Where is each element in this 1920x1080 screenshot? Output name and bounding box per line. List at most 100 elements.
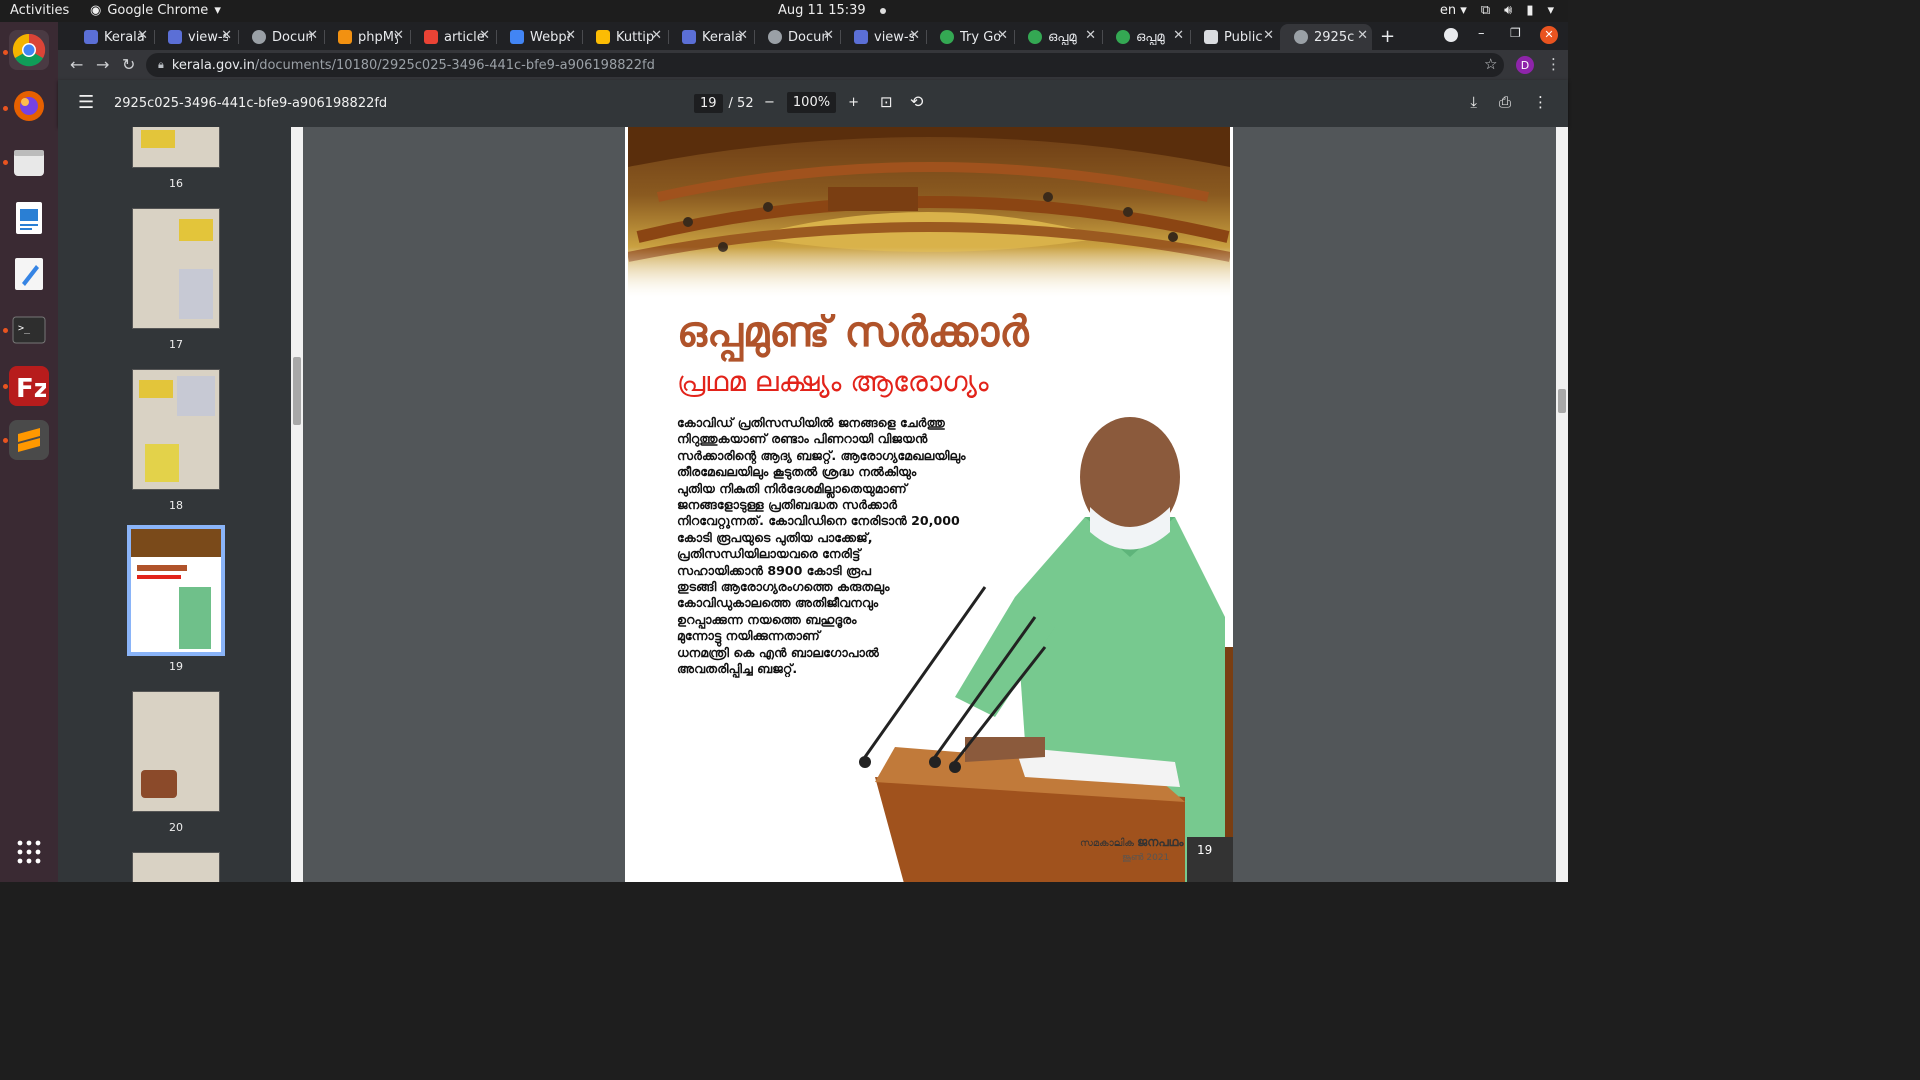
zoom-out-icon[interactable]: − bbox=[764, 95, 775, 110]
more-options-icon[interactable]: ⋮ bbox=[1533, 93, 1548, 111]
bookmark-star-icon[interactable]: ☆ bbox=[1484, 55, 1497, 73]
reload-icon[interactable]: ↻ bbox=[122, 55, 135, 74]
thumbnail-page-number: 16 bbox=[169, 177, 183, 190]
app-menu[interactable]: ◉ Google Chrome ▾ bbox=[90, 3, 221, 18]
page-thumbnail[interactable] bbox=[132, 369, 220, 490]
tab[interactable]: Docum ✕ bbox=[238, 24, 322, 50]
rotate-icon[interactable]: ⟲ bbox=[910, 92, 923, 111]
tab[interactable]: view-s ✕ bbox=[154, 24, 236, 50]
article-body: കോവിഡ് പ്രതിസന്ധിയിൽ ജനങ്ങളെ ചേർത്തു നിറ… bbox=[677, 415, 1007, 678]
tab-search-icon[interactable] bbox=[1444, 28, 1458, 42]
sidebar-scrollbar[interactable] bbox=[291, 127, 303, 882]
dock-text-editor[interactable] bbox=[9, 254, 49, 294]
running-indicator bbox=[3, 160, 8, 165]
tab[interactable]: Try Go ✕ bbox=[926, 24, 1012, 50]
page-thumbnail[interactable] bbox=[132, 208, 220, 329]
close-tab-icon[interactable]: ✕ bbox=[1085, 28, 1096, 43]
thumbnail-highlight-block bbox=[179, 219, 213, 241]
sidebar-scroll-thumb[interactable] bbox=[293, 357, 301, 425]
thumbnail-callout-box bbox=[141, 770, 177, 798]
tab[interactable]: view-s ✕ bbox=[840, 24, 924, 50]
tab[interactable]: article ✕ bbox=[410, 24, 494, 50]
main-scrollbar[interactable] bbox=[1556, 127, 1568, 882]
close-tab-icon[interactable]: ✕ bbox=[393, 28, 404, 43]
close-tab-icon[interactable]: ✕ bbox=[137, 28, 148, 43]
close-tab-icon[interactable]: ✕ bbox=[221, 28, 232, 43]
dock-writer[interactable] bbox=[9, 198, 49, 238]
page-thumbnail[interactable] bbox=[132, 127, 220, 168]
tab-title: article bbox=[444, 29, 484, 45]
page-number-input[interactable]: 19 bbox=[694, 94, 723, 113]
dock-firefox[interactable] bbox=[9, 86, 49, 126]
tab[interactable]: ഒപ്പമു ✕ bbox=[1014, 24, 1100, 50]
close-tab-icon[interactable]: ✕ bbox=[1357, 28, 1368, 43]
page-thumbnail[interactable] bbox=[132, 852, 220, 882]
chrome-menu-icon[interactable]: ⋮ bbox=[1546, 55, 1561, 73]
restore-icon[interactable]: ❐ bbox=[1510, 26, 1521, 40]
close-window-icon[interactable]: ✕ bbox=[1540, 26, 1558, 44]
tab-favicon-icon bbox=[84, 30, 98, 44]
text-editor-icon bbox=[15, 258, 43, 290]
assembly-hall-photo bbox=[628, 127, 1230, 297]
zoom-in-icon[interactable]: + bbox=[848, 95, 859, 110]
fit-to-page-icon[interactable]: ⊡ bbox=[880, 93, 893, 111]
tab[interactable]: Docum ✕ bbox=[754, 24, 838, 50]
close-tab-icon[interactable]: ✕ bbox=[565, 28, 576, 43]
close-tab-icon[interactable]: ✕ bbox=[737, 28, 748, 43]
tab[interactable]: Kerala ✕ bbox=[70, 24, 152, 50]
close-tab-icon[interactable]: ✕ bbox=[823, 28, 834, 43]
firefox-icon bbox=[14, 91, 44, 121]
print-icon[interactable]: ⎙ bbox=[1499, 93, 1511, 111]
tab-title: Webpa bbox=[530, 29, 570, 45]
thumbnail-map bbox=[179, 269, 213, 319]
back-icon[interactable]: ← bbox=[70, 55, 83, 74]
tab[interactable]: ഒപ്പമു ✕ bbox=[1102, 24, 1188, 50]
close-tab-icon[interactable]: ✕ bbox=[997, 28, 1008, 43]
clock-label: Aug 11 15:39 bbox=[778, 3, 866, 18]
clock[interactable]: Aug 11 15:39 bbox=[778, 3, 886, 18]
dock-terminal[interactable]: >_ bbox=[9, 310, 49, 350]
tab[interactable]: phpMy ✕ bbox=[324, 24, 408, 50]
tab[interactable]: Public ✕ bbox=[1190, 24, 1278, 50]
dock-files[interactable] bbox=[9, 142, 49, 182]
profile-avatar[interactable]: D bbox=[1516, 56, 1534, 74]
assembly-hall-illustration bbox=[628, 127, 1230, 297]
tab[interactable]: Webpa✕ bbox=[496, 24, 580, 50]
dock-sublime[interactable] bbox=[9, 420, 49, 460]
close-tab-icon[interactable]: ✕ bbox=[651, 28, 662, 43]
tab-favicon-icon bbox=[768, 30, 782, 44]
close-tab-icon[interactable]: ✕ bbox=[479, 28, 490, 43]
download-icon[interactable]: ⤓ bbox=[1470, 93, 1477, 111]
chevron-down-icon: ▾ bbox=[214, 3, 221, 18]
article-body-line: നിറവേറ്റുന്നത്. കോവിഡിനെ നേരിടാൻ 20,000 bbox=[677, 513, 960, 529]
show-applications-button[interactable] bbox=[9, 832, 49, 872]
article-subhead: പ്രഥമ ലക്ഷ്യം ആരോഗ്യം bbox=[677, 365, 989, 398]
article-body-line: സർക്കാരിന്റെ ആദ്യ ബജറ്റ്. ആരോഗ്യമേഖലയിലു… bbox=[677, 447, 966, 463]
tab[interactable]: Kuttip ✕ bbox=[582, 24, 666, 50]
thumbnail-map bbox=[145, 444, 179, 482]
system-tray[interactable]: en ▾ ⧉ 🔊︎ ▮ ▾ bbox=[1440, 3, 1554, 18]
forward-icon[interactable]: → bbox=[96, 55, 109, 74]
dock-filezilla[interactable]: Fz bbox=[9, 366, 49, 406]
minimize-icon[interactable]: – bbox=[1478, 26, 1485, 41]
tab-active[interactable]: 2925c0✕ bbox=[1280, 24, 1372, 50]
close-tab-icon[interactable]: ✕ bbox=[909, 28, 920, 43]
new-tab-icon[interactable]: + bbox=[1380, 26, 1395, 47]
tab[interactable]: Kerala ✕ bbox=[668, 24, 752, 50]
activities-button[interactable]: Activities bbox=[10, 3, 69, 18]
close-tab-icon[interactable]: ✕ bbox=[1173, 28, 1184, 43]
zoom-level-input[interactable]: 100% bbox=[786, 92, 837, 113]
hamburger-menu-icon[interactable]: ☰ bbox=[78, 94, 94, 112]
svg-text:>_: >_ bbox=[18, 323, 31, 334]
tab-title: 2925c0 bbox=[1314, 29, 1354, 45]
close-tab-icon[interactable]: ✕ bbox=[1263, 28, 1274, 43]
pdf-toolbar: ☰ 2925c025-3496-441c-bfe9-a906198822fd 1… bbox=[58, 80, 1568, 127]
running-indicator bbox=[3, 328, 8, 333]
page-thumbnail-selected[interactable] bbox=[127, 525, 225, 656]
close-tab-icon[interactable]: ✕ bbox=[307, 28, 318, 43]
main-scroll-thumb[interactable] bbox=[1558, 389, 1566, 413]
language-indicator[interactable]: en ▾ bbox=[1440, 3, 1467, 18]
page-thumbnail[interactable] bbox=[132, 691, 220, 812]
dock-chrome[interactable] bbox=[9, 30, 49, 70]
address-bar[interactable]: 🔒︎ kerala.gov.in/documents/10180/2925c02… bbox=[146, 53, 1504, 77]
